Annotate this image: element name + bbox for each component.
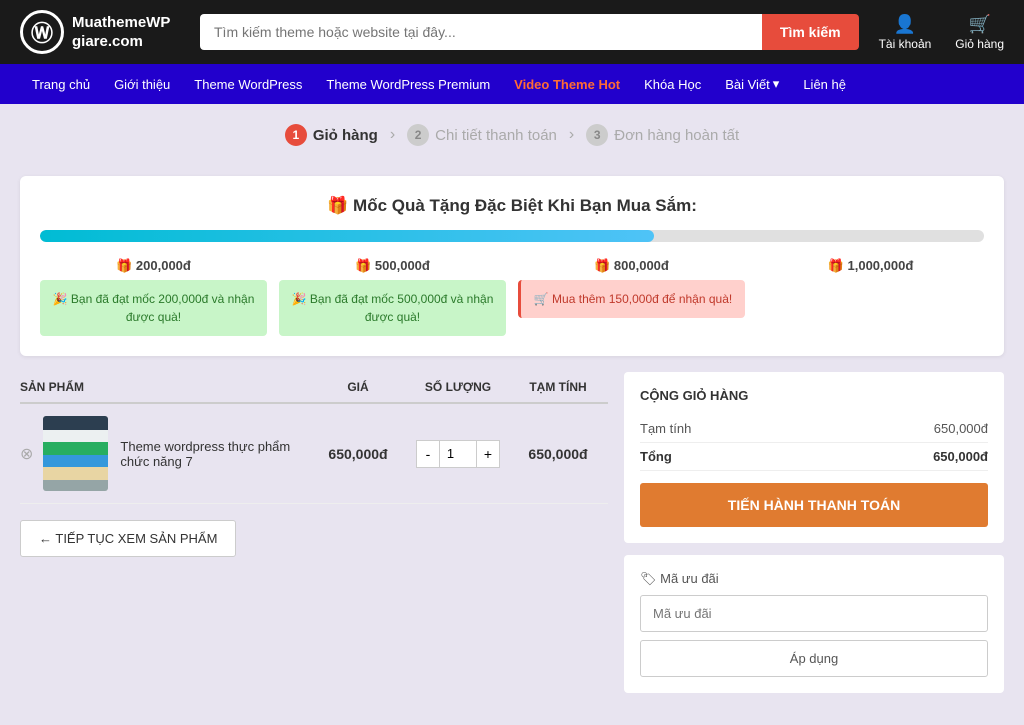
step-arrow-2: › xyxy=(569,126,574,144)
milestone-1-status: 🎉 Bạn đã đạt mốc 200,000đ và nhận được q… xyxy=(40,280,267,336)
milestone-4-label: 🎁 1,000,000đ xyxy=(757,258,984,274)
milestone-3: 🎁 800,000đ 🛒 Mua thêm 150,000đ để nhận q… xyxy=(518,258,745,318)
col-header-qty: SỐ LƯỢNG xyxy=(408,380,508,394)
quantity-input[interactable] xyxy=(440,440,476,468)
summary-title: CỘNG GIỎ HÀNG xyxy=(640,388,988,403)
header-actions: 👤 Tài khoản 🛒 Giỏ hàng xyxy=(879,14,1004,51)
milestone-3-status: 🛒 Mua thêm 150,000đ để nhận quà! xyxy=(518,280,745,318)
nav-item-khoahoc[interactable]: Khóa Học xyxy=(632,64,713,104)
nav-item-video-theme-hot[interactable]: Video Theme Hot xyxy=(502,64,632,104)
step-1: 1 Giỏ hàng xyxy=(285,124,378,146)
milestone-1-label: 🎁 200,000đ xyxy=(40,258,267,274)
milestone-4: 🎁 1,000,000đ xyxy=(757,258,984,300)
cart-button[interactable]: 🛒 Giỏ hàng xyxy=(955,14,1004,51)
table-row: ⊗ Theme wordpress thực phẩm chức năng 7 … xyxy=(20,404,608,504)
checkout-button[interactable]: TIẾN HÀNH THANH TOÁN xyxy=(640,483,988,527)
nav-item-trangchu[interactable]: Trang chủ xyxy=(20,64,102,104)
step-2: 2 Chi tiết thanh toán xyxy=(407,124,557,146)
step-3-number: 3 xyxy=(586,124,608,146)
coupon-input[interactable] xyxy=(640,595,988,632)
nav-item-gioithieu[interactable]: Giới thiệu xyxy=(102,64,182,104)
summary-subtotal-row: Tạm tính 650,000đ xyxy=(640,415,988,443)
nav-item-theme-wp-premium[interactable]: Theme WordPress Premium xyxy=(314,64,502,104)
continue-shopping-button[interactable]: ← TIẾP TỤC XEM SẢN PHẨM xyxy=(20,520,236,557)
step-2-label: Chi tiết thanh toán xyxy=(435,127,557,144)
milestone-4-status xyxy=(757,280,984,300)
product-thumb-svg xyxy=(43,416,108,491)
step-3-label: Đơn hàng hoàn tất xyxy=(614,127,739,144)
step-1-label: Giỏ hàng xyxy=(313,127,378,144)
milestone-2-label: 🎁 500,000đ xyxy=(279,258,506,274)
col-header-subtotal: TẠM TÍNH xyxy=(508,380,608,394)
checkout-steps: 1 Giỏ hàng › 2 Chi tiết thanh toán › 3 Đ… xyxy=(0,104,1024,166)
milestone-3-label: 🎁 800,000đ xyxy=(518,258,745,274)
product-name: Theme wordpress thực phẩm chức năng 7 xyxy=(120,439,308,469)
chevron-down-icon: ▾ xyxy=(773,76,780,92)
navigation: Trang chủ Giới thiệu Theme WordPress The… xyxy=(0,64,1024,104)
cart-label: Giỏ hàng xyxy=(955,37,1004,51)
account-button[interactable]: 👤 Tài khoản xyxy=(879,14,932,51)
cart-layout: SẢN PHẨM GIÁ SỐ LƯỢNG TẠM TÍNH ⊗ xyxy=(20,372,1004,705)
quantity-increase-button[interactable]: + xyxy=(476,440,500,468)
quantity-decrease-button[interactable]: - xyxy=(416,440,440,468)
gift-title: 🎁 Mốc Quà Tặng Đặc Biệt Khi Bạn Mua Sắm: xyxy=(40,196,984,216)
col-header-product: SẢN PHẨM xyxy=(20,380,308,394)
search-area: Tìm kiếm xyxy=(200,14,859,50)
account-icon: 👤 xyxy=(894,14,916,35)
col-header-price: GIÁ xyxy=(308,380,408,394)
search-input[interactable] xyxy=(200,14,762,50)
cart-table-area: SẢN PHẨM GIÁ SỐ LƯỢNG TẠM TÍNH ⊗ xyxy=(20,372,608,557)
main-content: 🎁 Mốc Quà Tặng Đặc Biệt Khi Bạn Mua Sắm:… xyxy=(0,166,1024,725)
header: Ⓦ MuathemeWP giare.com Tìm kiếm 👤 Tài kh… xyxy=(0,0,1024,64)
remove-item-button[interactable]: ⊗ xyxy=(20,444,33,464)
milestone-1: 🎁 200,000đ 🎉 Bạn đã đạt mốc 200,000đ và … xyxy=(40,258,267,336)
product-price: 650,000đ xyxy=(308,446,408,462)
progress-bar-fill xyxy=(40,230,654,242)
summary-subtotal-value: 650,000đ xyxy=(934,421,988,436)
summary-total-value: 650,000đ xyxy=(933,449,988,464)
step-3: 3 Đơn hàng hoàn tất xyxy=(586,124,739,146)
milestone-2-status: 🎉 Bạn đã đạt mốc 500,000đ và nhận được q… xyxy=(279,280,506,336)
cart-sidebar: CỘNG GIỎ HÀNG Tạm tính 650,000đ Tổng 650… xyxy=(624,372,1004,705)
milestone-2: 🎁 500,000đ 🎉 Bạn đã đạt mốc 500,000đ và … xyxy=(279,258,506,336)
summary-total-row: Tổng 650,000đ xyxy=(640,443,988,471)
nav-item-theme-wp[interactable]: Theme WordPress xyxy=(182,64,314,104)
cart-headers: SẢN PHẨM GIÁ SỐ LƯỢNG TẠM TÍNH xyxy=(20,372,608,404)
quantity-control: - + xyxy=(408,440,508,468)
apply-coupon-button[interactable]: Áp dụng xyxy=(640,640,988,677)
wp-logo-icon: Ⓦ xyxy=(20,10,64,54)
summary-total-label: Tổng xyxy=(640,449,672,464)
summary-subtotal-label: Tạm tính xyxy=(640,421,691,436)
cart-icon: 🛒 xyxy=(968,14,990,35)
logo-subtitle: giare.com xyxy=(72,32,170,52)
milestones-list: 🎁 200,000đ 🎉 Bạn đã đạt mốc 200,000đ và … xyxy=(40,258,984,336)
progress-bar-background xyxy=(40,230,984,242)
nav-item-baiviet[interactable]: Bài Viết ▾ xyxy=(713,64,791,104)
nav-item-lienhe[interactable]: Liên hệ xyxy=(791,64,858,104)
product-thumbnail xyxy=(43,416,108,491)
logo-name: MuathemeWP xyxy=(72,13,170,33)
gift-milestones-box: 🎁 Mốc Quà Tặng Đặc Biệt Khi Bạn Mua Sắm:… xyxy=(20,176,1004,356)
account-label: Tài khoản xyxy=(879,37,932,51)
cart-summary-box: CỘNG GIỎ HÀNG Tạm tính 650,000đ Tổng 650… xyxy=(624,372,1004,543)
row-subtotal: 650,000đ xyxy=(508,446,608,462)
step-2-number: 2 xyxy=(407,124,429,146)
coupon-label: 🏷 Mã ưu đãi xyxy=(640,571,988,587)
step-1-number: 1 xyxy=(285,124,307,146)
step-arrow-1: › xyxy=(390,126,395,144)
search-button[interactable]: Tìm kiếm xyxy=(762,14,859,50)
coupon-box: 🏷 Mã ưu đãi Áp dụng xyxy=(624,555,1004,693)
logo-area[interactable]: Ⓦ MuathemeWP giare.com xyxy=(20,10,180,54)
